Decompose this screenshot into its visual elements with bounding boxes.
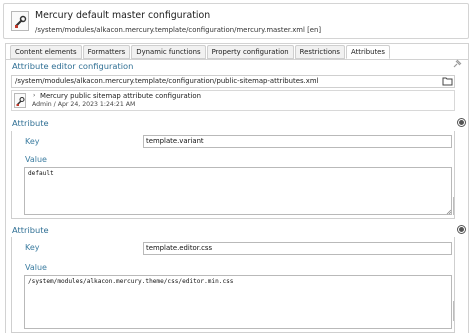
value-textarea[interactable]: default [24,167,452,215]
config-path-input[interactable]: /system/modules/alkacon.mercury.template… [11,75,455,88]
tab-dynamic-functions[interactable]: Dynamic functions [131,45,206,59]
resize-grip-icon[interactable] [446,209,452,215]
key-label: Key [25,137,40,146]
key-label: Key [25,243,40,252]
tab-restrictions[interactable]: Restrictions [294,45,345,59]
scroll-rule [453,301,454,321]
value-label: Value [25,155,47,164]
expand-arrow-icon[interactable]: › [33,92,35,99]
header-panel: Mercury default master configuration /sy… [3,3,469,39]
folder-icon[interactable] [442,76,453,88]
attribute-options-icon[interactable] [457,118,466,127]
tab-divider [6,59,468,60]
attribute-title: Attribute [12,225,49,235]
tab-content-elements[interactable]: Content elements [10,45,82,59]
tab-formatters[interactable]: Formatters [82,45,131,59]
linked-resource-meta: Admin / Apr 24, 2023 1:24:21 AM [32,101,136,108]
linked-resource-title[interactable]: Mercury public sitemap attribute configu… [40,92,201,100]
attribute-title: Attribute [12,118,49,128]
wrench-icon [14,93,26,108]
value-label: Value [25,263,47,272]
pin-icon[interactable] [452,59,462,71]
page-title: Mercury default master configuration [35,10,211,21]
editor-config-title: Attribute editor configuration [12,61,134,71]
resource-path: /system/modules/alkacon.mercury.template… [35,26,322,34]
key-input[interactable]: template.variant [143,135,452,148]
tab-bar: Content elements Formatters Dynamic func… [10,45,391,59]
wrench-icon [11,11,29,31]
tab-property-configuration[interactable]: Property configuration [206,45,294,59]
scroll-rule [453,197,454,215]
attribute-options-icon[interactable] [457,225,466,234]
tab-attributes[interactable]: Attributes [346,45,391,59]
key-input[interactable]: template.editor.css [143,242,452,255]
value-textarea[interactable]: /system/modules/alkacon.mercury.theme/cs… [24,275,452,329]
